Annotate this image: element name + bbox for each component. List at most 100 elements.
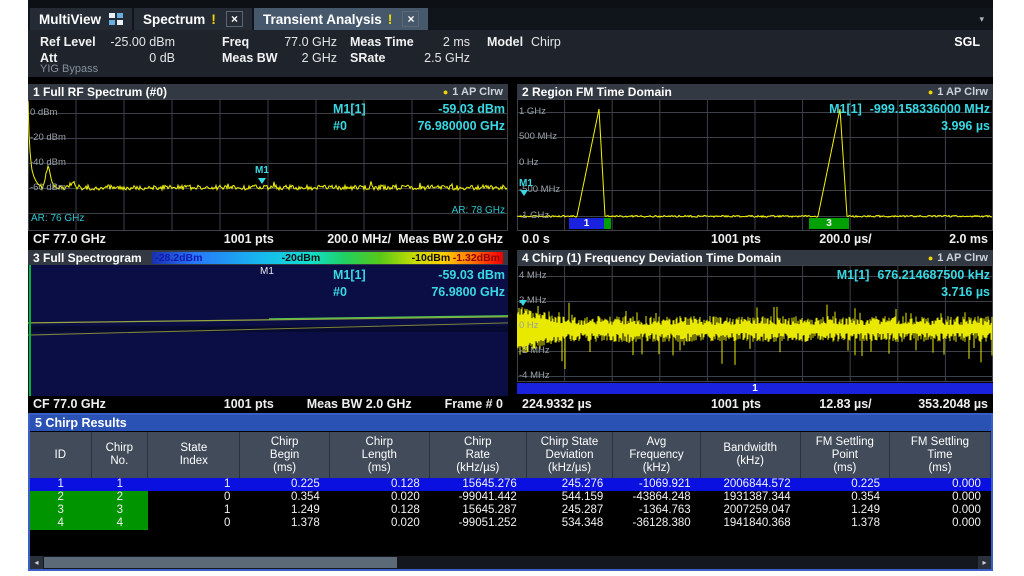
p1-title-bar[interactable]: 1 Full RF Spectrum (#0) ● 1 AP Clrw	[28, 84, 508, 99]
axis-label: -20 dBm	[30, 132, 66, 143]
footer-item[interactable]: 1001 pts	[711, 232, 761, 246]
table-cell: 0.354	[801, 491, 890, 504]
p1-trace-info[interactable]: ● 1 AP Clrw	[443, 86, 503, 98]
footer-item[interactable]: 353.2048 µs	[918, 397, 988, 411]
table-row[interactable]: 3311.2490.12815645.287245.287-1364.76320…	[30, 504, 991, 517]
window-top-strip	[28, 0, 993, 8]
footer-item[interactable]: 224.9332 µs	[522, 397, 592, 411]
table-cell: 0.225	[801, 478, 890, 491]
table-row[interactable]: 2200.3540.020-99041.442544.159-43864.248…	[30, 491, 991, 504]
trace-active-dot-icon: ●	[928, 253, 933, 263]
column-header: Chirp Begin (ms)	[240, 432, 329, 478]
footer-item[interactable]: CF 77.0 GHz	[33, 232, 106, 246]
footer-item[interactable]: 1001 pts	[224, 232, 274, 246]
axis-label: -4 MHz	[519, 370, 550, 381]
table-cell: 0.000	[890, 517, 991, 530]
axis-label: -2 MHz	[519, 345, 550, 356]
panel-full-rf-spectrum: 1 Full RF Spectrum (#0) ● 1 AP Clrw M1 A…	[28, 84, 508, 246]
p1-graph: M1 AR: 76 GHz AR: 78 GHz M1[1]-59.03 dBm…	[28, 99, 508, 231]
p4-trace-label: 1 AP Clrw	[937, 252, 988, 264]
p1-ar-left-label: AR: 76 GHz	[31, 213, 84, 224]
axis-label: -40 dBm	[30, 157, 66, 168]
model-value[interactable]: Chirp	[531, 35, 561, 49]
srate-value[interactable]: 2.5 GHz	[408, 51, 470, 65]
table-cell: 0.020	[330, 517, 430, 530]
table-row[interactable]: 4401.3780.020-99051.252534.348-36128.380…	[30, 517, 991, 530]
color-scale-mid1-label: -20dBm	[282, 252, 321, 264]
meas-bw-value[interactable]: 2 GHz	[268, 51, 337, 65]
screenshot-page: MultiView Spectrum ! × Transient Analysi…	[0, 0, 1024, 576]
p2-chirp-segment-3: 3	[809, 218, 849, 229]
scroll-left-arrow-icon[interactable]: ◂	[30, 556, 43, 569]
scrollbar-thumb[interactable]	[44, 557, 397, 568]
meas-time-value[interactable]: 2 ms	[408, 35, 470, 49]
column-header: Chirp Length (ms)	[330, 432, 430, 478]
axis-label: -60 dBm	[30, 182, 66, 193]
footer-item[interactable]: 1001 pts	[224, 397, 274, 411]
footer-item[interactable]: CF 77.0 GHz	[33, 397, 106, 411]
freq-label: Freq	[222, 35, 249, 49]
footer-item[interactable]: 2.0 ms	[949, 232, 988, 246]
p4-marker-m1[interactable]	[519, 300, 527, 306]
scroll-right-arrow-icon[interactable]: ▸	[978, 556, 991, 569]
table-cell: 15645.276	[430, 478, 527, 491]
table-cell: 2	[92, 491, 149, 504]
analyzer-window: MultiView Spectrum ! × Transient Analysi…	[28, 0, 993, 571]
marker-readout-row: M1[1]-59.03 dBm	[333, 101, 505, 118]
table-cell: 3	[92, 504, 149, 517]
p2-chirp-segment-1: 1	[569, 218, 604, 229]
table-cell: 4	[92, 517, 149, 530]
tab-transient-close-button[interactable]: ×	[402, 11, 419, 27]
p3-spectrogram-body: M1 M1[1]-59.03 dBm#076.9800 GHz	[28, 265, 508, 396]
table-cell: 1931387.344	[701, 491, 801, 504]
table-cell: 544.159	[527, 491, 613, 504]
chevron-down-icon[interactable]: ▾	[979, 14, 984, 25]
p2-title-bar[interactable]: 2 Region FM Time Domain ● 1 AP Clrw	[517, 84, 993, 99]
ref-level-value[interactable]: -25.00 dBm	[98, 35, 175, 49]
table-cell: 0	[148, 517, 240, 530]
p4-trace-info[interactable]: ● 1 AP Clrw	[928, 252, 988, 264]
p4-title-bar[interactable]: 4 Chirp (1) Frequency Deviation Time Dom…	[517, 250, 993, 265]
footer-item[interactable]: 0.0 s	[522, 232, 550, 246]
trace-active-dot-icon: ●	[443, 87, 448, 97]
tab-spectrum[interactable]: Spectrum ! ×	[134, 8, 252, 30]
footer-item[interactable]: 1001 pts	[711, 397, 761, 411]
footer-item[interactable]: 200.0 µs/	[819, 232, 871, 246]
horizontal-scrollbar[interactable]: ◂ ▸	[30, 556, 991, 569]
table-cell: 1	[148, 478, 240, 491]
footer-item[interactable]: 12.83 µs/	[819, 397, 871, 411]
p4-grid-area: M1[1]676.214687500 kHz3.716 µs 4 MHz2 MH…	[517, 265, 993, 382]
tab-transient-analysis[interactable]: Transient Analysis ! ×	[254, 8, 428, 30]
p1-marker-m1[interactable]	[258, 178, 266, 184]
freq-value[interactable]: 77.0 GHz	[268, 35, 337, 49]
marker-readout-row: M1[1]-59.03 dBm	[333, 267, 505, 284]
chirp-results-panel: 5 Chirp Results IDChirp No.State IndexCh…	[28, 413, 993, 571]
p2-marker-m1[interactable]	[520, 190, 528, 196]
tab-spectrum-close-button[interactable]: ×	[226, 11, 243, 27]
p2-trace-info[interactable]: ● 1 AP Clrw	[928, 86, 988, 98]
table-cell: -99041.442	[430, 491, 527, 504]
table-cell: -36128.380	[613, 517, 700, 530]
table-cell: 1941840.368	[701, 517, 801, 530]
footer-item[interactable]: Frame # 0	[445, 397, 503, 411]
att-value[interactable]: 0 dB	[98, 51, 175, 65]
tab-multiview[interactable]: MultiView	[30, 8, 132, 30]
table-cell: 1.378	[801, 517, 890, 530]
table-cell: 0.354	[240, 491, 329, 504]
channel-bar: Ref Level -25.00 dBm Freq 77.0 GHz Meas …	[28, 30, 993, 77]
table-row[interactable]: 1110.2250.12815645.276245.276-1069.92120…	[30, 478, 991, 491]
footer-item[interactable]: Meas BW 2.0 GHz	[307, 397, 412, 411]
marker-readout-row: 3.716 µs	[837, 284, 990, 301]
p3-marker-m1-label[interactable]: M1	[260, 266, 274, 277]
table-cell: 15645.287	[430, 504, 527, 517]
footer-item[interactable]: Meas BW 2.0 GHz	[398, 232, 503, 246]
table-cell: 0.000	[890, 491, 991, 504]
footer-item[interactable]: 200.0 MHz/	[327, 232, 391, 246]
table-cell: 0.000	[890, 478, 991, 491]
chirp-results-title[interactable]: 5 Chirp Results	[30, 415, 991, 431]
table-cell: 3	[30, 504, 92, 517]
axis-label: 0 Hz	[519, 157, 539, 168]
table-cell: 1.378	[240, 517, 329, 530]
p3-title-bar[interactable]: 3 Full Spectrogram -28.2dBm -20dBm -10dB…	[28, 250, 508, 265]
p2-markers: M1[1]-999.158336000 MHz3.996 µs	[829, 101, 990, 135]
